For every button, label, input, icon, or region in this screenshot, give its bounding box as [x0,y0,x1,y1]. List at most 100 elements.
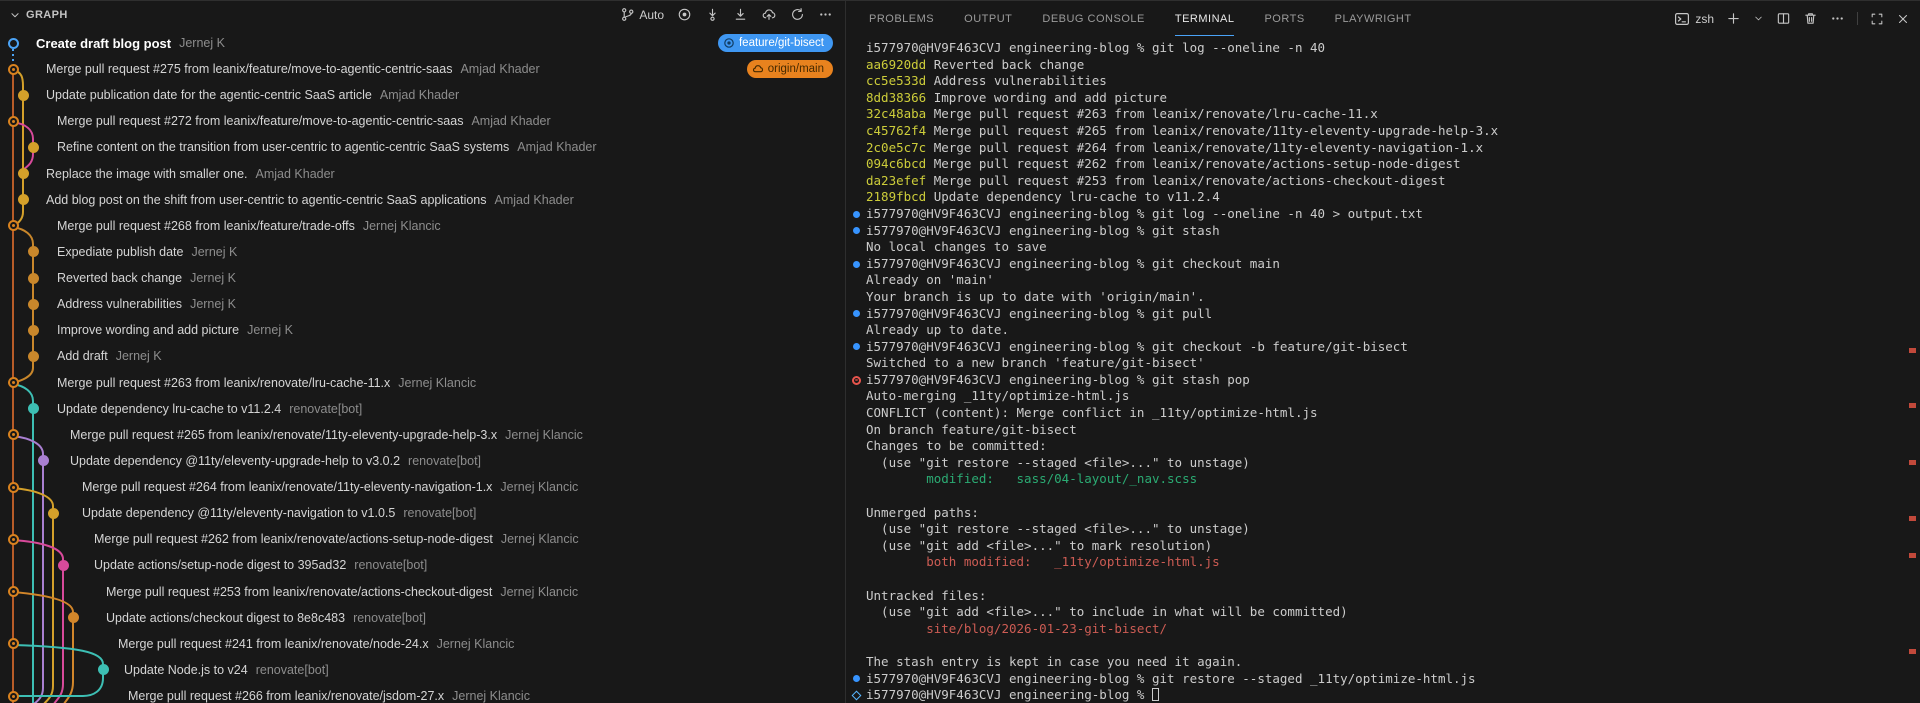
commit-dot [27,298,39,310]
launch-profile-button[interactable] [1753,13,1764,24]
terminal-line [847,488,1906,505]
command-decoration-gutter [847,438,866,455]
commit-row[interactable]: Merge pull request #265 from leanix/reno… [0,422,845,448]
close-panel-button[interactable] [1896,12,1910,26]
active-shell-label[interactable]: zsh [1674,11,1714,27]
command-failed-icon[interactable] [852,375,861,385]
commit-author: Amjad Khader [494,192,574,207]
maximize-panel-button[interactable] [1870,12,1884,26]
scroll-to-head-button[interactable] [677,7,692,22]
commit-row[interactable]: Update dependency lru-cache to v11.2.4 re… [0,396,845,422]
commit-row[interactable]: Replace the image with smaller one. Amjad… [0,161,845,187]
commit-author: Jernej K [115,349,162,364]
merge-commit-dot [7,220,19,232]
commit-row[interactable]: Merge pull request #266 from leanix/reno… [0,683,845,703]
commit-row[interactable]: Add blog post on the shift from user-cen… [0,187,845,213]
command-success-icon[interactable] [853,260,860,268]
command-decoration-gutter [847,372,866,389]
commit-author: Amjad Khader [255,166,335,181]
terminal-text: da23efef Merge pull request #253 from le… [866,172,1446,188]
commit-row[interactable]: Create draft blog post Jernej K feature/gi… [0,30,845,56]
commit-row[interactable]: Merge pull request #272 from leanix/feat… [0,108,845,134]
commit-author: Amjad Khader [460,62,540,77]
command-decoration-gutter [847,604,866,621]
terminal-text: c45762f4 Merge pull request #265 from le… [866,122,1499,138]
commit-row[interactable]: Merge pull request #275 from leanix/feat… [0,56,845,82]
terminal-text: site/blog/2026-01-23-git-bisect/ [866,620,1168,636]
commit-dot [47,507,59,519]
terminal-content[interactable]: i577970@HV9F463CVJ engineering-blog % gi… [847,36,1906,703]
commit-row[interactable]: Update publication date for the agentic-… [0,82,845,108]
terminal-text: Your branch is up to date with 'origin/m… [866,288,1205,304]
terminal-line: i577970@HV9F463CVJ engineering-blog % gi… [847,671,1906,688]
terminal-text: i577970@HV9F463CVJ engineering-blog % gi… [866,371,1250,387]
close-icon [1898,14,1908,23]
command-decoration-gutter [847,339,866,356]
panel-tab-problems[interactable]: PROBLEMS [869,1,934,36]
terminal-text: i577970@HV9F463CVJ engineering-blog % gi… [866,205,1423,221]
chevron-down-icon[interactable] [8,8,22,22]
terminal-panel: PROBLEMS OUTPUT DEBUG CONSOLE TERMINAL PORTS… [847,1,1920,703]
merge-commit-dot [7,690,19,702]
commit-row[interactable]: Update dependency @11ty/eleventy-upgrade… [0,448,845,474]
commit-row[interactable]: Expediate publish date Jernej K [0,239,845,265]
refresh-icon [792,8,803,20]
terminal-text: i577970@HV9F463CVJ engineering-blog % gi… [866,255,1280,271]
remote-branch-badge[interactable]: origin/main [746,60,833,79]
commit-author: renovate[bot] [353,610,427,625]
commit-row[interactable]: Reverted back change Jernej K [0,265,845,291]
command-running-icon[interactable] [851,690,862,701]
divider [1857,12,1858,25]
terminal-text: Already on 'main' [866,272,994,288]
commit-row[interactable]: Merge pull request #253 from leanix/reno… [0,579,845,605]
commit-row[interactable]: Merge pull request #262 from leanix/reno… [0,526,845,552]
command-decoration-gutter [847,471,866,488]
overview-ruler-mark [1909,403,1916,408]
commit-message: Merge pull request #263 from leanix/reno… [57,375,391,390]
panel-tab-terminal[interactable]: TERMINAL [1174,1,1235,36]
split-terminal-button[interactable] [1776,11,1791,26]
terminal-more-actions-button[interactable] [1830,11,1845,26]
commit-row[interactable]: Merge pull request #241 from leanix/reno… [0,631,845,657]
pull-button[interactable] [733,7,748,22]
commit-row[interactable]: Improve wording and add picture Jernej K [0,317,845,343]
commit-row[interactable]: Refine content on the transition from us… [0,134,845,160]
commit-row[interactable]: Merge pull request #268 from leanix/feat… [0,213,845,239]
terminal-line: i577970@HV9F463CVJ engineering-blog % gi… [847,256,1906,273]
command-decoration-gutter [847,422,866,439]
overview-ruler-mark [1909,516,1916,521]
command-decoration-gutter [847,189,866,206]
kill-terminal-button[interactable] [1803,11,1818,26]
branch-badge[interactable]: feature/git-bisect [717,34,833,52]
refresh-button[interactable] [790,7,805,22]
commit-row[interactable]: Address vulnerabilities Jernej K [0,291,845,317]
commit-row[interactable]: Update dependency @11ty/eleventy-navigat… [0,500,845,526]
terminal-line: (use "git restore --staged <file>..." to… [847,455,1906,472]
push-button[interactable] [761,7,777,22]
commit-row[interactable]: Update actions/checkout digest to 8e8c48… [0,605,845,631]
new-terminal-button[interactable] [1726,11,1741,26]
branch-layout-auto-button[interactable]: Auto [620,7,664,22]
command-success-icon[interactable] [853,343,860,351]
terminal-line: i577970@HV9F463CVJ engineering-blog % gi… [847,306,1906,323]
command-success-icon[interactable] [853,310,860,318]
command-success-icon[interactable] [853,210,860,218]
panel-tab-playwright[interactable]: PLAYWRIGHT [1335,1,1412,36]
overview-ruler [1909,1,1918,703]
commit-row[interactable]: Add draft Jernej K [0,343,845,369]
ellipsis-icon [1832,17,1843,20]
command-decoration-gutter [847,272,866,289]
terminal-text: On branch feature/git-bisect [866,421,1077,437]
commit-row[interactable]: Update actions/setup-node digest to 395a… [0,552,845,578]
fetch-button[interactable] [705,7,720,22]
command-decoration-gutter [847,488,866,505]
commit-row[interactable]: Update Node.js to v24 renovate[bot] [0,657,845,683]
command-success-icon[interactable] [853,227,860,235]
more-actions-button[interactable] [818,7,833,22]
panel-tab-output[interactable]: OUTPUT [964,1,1012,36]
commit-row[interactable]: Merge pull request #264 from leanix/reno… [0,474,845,500]
panel-tab-debug-console[interactable]: DEBUG CONSOLE [1042,1,1144,36]
commit-row[interactable]: Merge pull request #263 from leanix/reno… [0,370,845,396]
panel-tab-ports[interactable]: PORTS [1264,1,1304,36]
command-success-icon[interactable] [853,675,860,683]
